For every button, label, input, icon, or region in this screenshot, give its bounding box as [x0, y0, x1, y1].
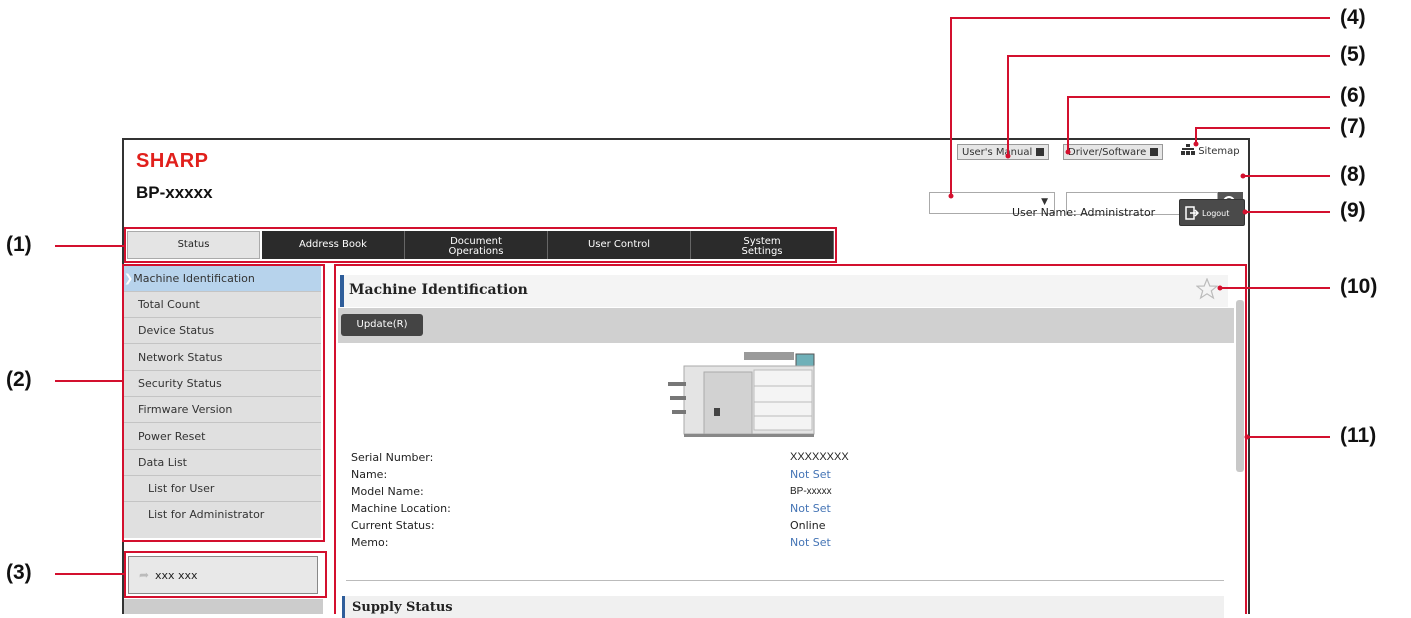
- callout-10: (10): [1340, 275, 1378, 298]
- callout-11: (11): [1340, 424, 1377, 447]
- callout-8: (8): [1340, 163, 1366, 186]
- callout-9: (9): [1340, 199, 1366, 222]
- callout-3: (3): [6, 561, 32, 584]
- callout-5: (5): [1340, 43, 1366, 66]
- callout-4: (4): [1340, 6, 1366, 29]
- callout-2: (2): [6, 368, 32, 391]
- callout-lines: [55, 17, 1330, 575]
- callout-7: (7): [1340, 115, 1366, 138]
- callout-1: (1): [6, 233, 32, 256]
- callout-6: (6): [1340, 84, 1366, 107]
